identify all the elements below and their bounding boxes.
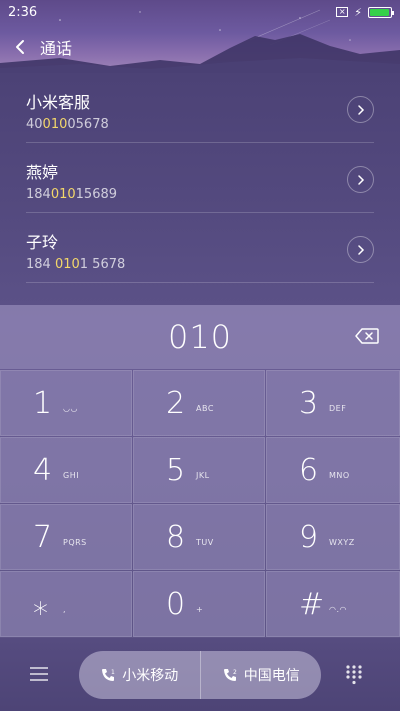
key-letters: JKL [196,470,210,480]
call-button-group: 1 小米移动 2 中国电信 [79,651,321,699]
charging-icon: ⚡ [354,5,362,19]
menu-icon[interactable] [30,666,58,686]
key-digit: 7 [33,519,53,555]
contact-detail-button[interactable] [347,96,374,123]
key-digit: ⁎ [33,586,48,622]
key-digit: 6 [299,452,319,488]
backspace-icon[interactable] [354,323,380,349]
sim2-slot-label: 2 [233,669,237,676]
key-12[interactable]: # ◠.◠ [266,571,400,637]
key-letters: ABC [196,403,214,413]
contact-item[interactable]: 小米客服 4001005678 [26,73,374,143]
dialpad-toggle-icon[interactable] [345,664,367,688]
key-letters: ◡◡ [63,403,78,413]
key-2[interactable]: 2 ABC [133,370,265,436]
match-highlight: 010 [42,117,68,132]
key-digit: 0 [166,586,186,622]
key-letters: PQRS [63,537,87,547]
call-sim2-button[interactable]: 2 中国电信 [201,651,322,699]
battery-level [370,8,389,16]
back-arrow-icon[interactable] [0,34,40,60]
key-letters: + [196,604,204,614]
key-letters: TUV [196,537,214,547]
contact-number: 4001005678 [26,117,109,132]
contact-detail-button[interactable] [347,166,374,193]
key-digit: 8 [166,519,186,555]
phone-sim1-icon: 1 [102,669,115,681]
key-digit: 4 [33,452,53,488]
contact-number: 18401015689 [26,187,118,202]
key-letters: MNO [329,470,350,480]
key-6[interactable]: 6 MNO [266,437,400,503]
key-digit: 2 [166,385,186,421]
call-sim1-button[interactable]: 1 小米移动 [79,651,200,699]
key-9[interactable]: 9 WXYZ [266,504,400,570]
key-4[interactable]: 4 GHI [0,437,132,503]
contact-item[interactable]: 子玲 184 0101 5678 [26,213,374,283]
bottom-action-bar: 1 小米移动 2 中国电信 [0,638,400,711]
dial-keypad: 1 ◡◡ 2 ABC 3 DEF 4 GHI 5 JKL 6 MNO 7 PQRS 8 TUV 9 WXYZ ⁎, 0… [0,370,400,637]
chevron-right-icon [357,244,364,255]
key-digit: 3 [299,385,319,421]
match-highlight: 010 [50,187,76,202]
key-3[interactable]: 3 DEF [266,370,400,436]
sim-label: × [338,7,346,16]
call-sim1-label: 小米移动 [122,668,179,684]
key-letters: ◠.◠ [329,604,348,614]
key-digit: 9 [299,519,319,555]
key-letters: GHI [63,470,80,480]
key-digit: # [299,586,325,622]
contact-name: 燕婷 [26,163,59,182]
key-letters: WXYZ [329,537,355,547]
key-10[interactable]: ⁎, [0,571,132,637]
match-highlight: 010 [54,257,80,272]
phone-sim2-icon: 2 [223,669,237,681]
dialed-number: 010 [167,318,233,356]
chevron-right-icon [357,174,364,185]
page-title: 通话 [40,39,73,58]
status-bar: 2:36 × ⚡ [0,0,400,24]
key-digit: 5 [166,452,186,488]
contact-item-partial[interactable] [26,283,374,305]
key-letters: DEF [329,403,347,413]
contact-number: 184 0101 5678 [26,257,126,272]
status-time: 2:36 [8,4,38,20]
sim1-slot-label: 1 [111,669,115,676]
sim-status-icon: × [336,7,349,17]
key-11[interactable]: 0 + [133,571,265,637]
contact-item[interactable]: 燕婷 18401015689 [26,143,374,213]
contact-name: 小米客服 [26,93,91,112]
key-letters: , [63,604,67,614]
key-digit: 1 [33,385,53,421]
key-1[interactable]: 1 ◡◡ [0,370,132,436]
contact-results-list[interactable]: 小米客服 4001005678 燕婷 18401015689 子玲 184 01… [0,73,400,305]
dial-number-display: 010 [0,305,400,369]
contact-name: 子玲 [26,233,59,252]
call-sim2-label: 中国电信 [243,668,300,684]
key-8[interactable]: 8 TUV [133,504,265,570]
battery-icon [368,6,394,18]
chevron-right-icon [357,104,364,115]
contact-detail-button[interactable] [347,236,374,263]
key-5[interactable]: 5 JKL [133,437,265,503]
key-7[interactable]: 7 PQRS [0,504,132,570]
